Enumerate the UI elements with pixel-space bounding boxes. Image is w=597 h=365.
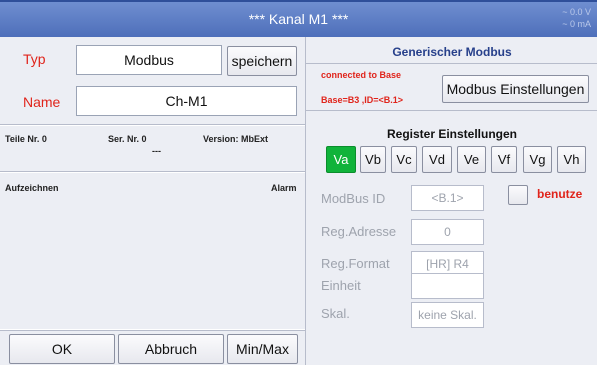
record-label: Aufzeichnen [5,183,59,193]
version-label: Version: MbExt [203,134,269,144]
unit-label: Einheit [321,278,361,293]
use-checkbox[interactable] [508,185,528,205]
scale-field[interactable]: keine Skal. [411,302,484,328]
tab-vf[interactable]: Vf [491,146,517,173]
type-name-panel: Typ Modbus speichern Name Ch-M1 [0,37,305,125]
modbus-id-label: ModBus ID [321,191,386,206]
generic-modbus-header: Generischer Modbus [392,45,512,59]
current-readout: ~ 0 mA [562,19,591,29]
alarm-label: Alarm [271,183,297,193]
tab-vh[interactable]: Vh [557,146,586,173]
use-label: benutze [537,187,583,201]
reg-address-field[interactable]: 0 [411,219,484,245]
signal-readout: ~ 0.0 V ~ 0 mA [562,6,591,30]
tab-va[interactable]: Va [326,146,356,173]
base-info: Base=B3 ,ID=<B.1> [321,95,404,105]
header-divider [306,63,597,64]
tab-vb[interactable]: Vb [360,146,386,173]
right-column: Generischer Modbus connected to Base Bas… [305,37,597,365]
tab-vd[interactable]: Vd [422,146,452,173]
modbus-id-field[interactable]: <B.1> [411,185,484,211]
bottom-button-bar: OK Abbruch Min/Max [0,330,305,365]
title-bar: *** Kanal M1 *** ~ 0.0 V ~ 0 mA [0,0,597,37]
reg-format-label: Reg.Format [321,256,390,271]
tab-ve[interactable]: Ve [457,146,486,173]
modbus-settings-button[interactable]: Modbus Einstellungen [442,75,589,103]
save-button[interactable]: speichern [227,46,297,76]
logging-panel: Aufzeichnen Alarm [0,173,305,329]
serial-number: Ser. Nr. 0 [108,134,147,144]
window-title: *** Kanal M1 *** [248,11,349,27]
connection-status: connected to Base [321,70,402,80]
left-column: Typ Modbus speichern Name Ch-M1 Teile Nr… [0,37,305,365]
unit-field[interactable] [411,273,484,299]
tab-vg[interactable]: Vg [523,146,552,173]
voltage-readout: ~ 0.0 V [562,7,591,17]
part-number: Teile Nr. 0 [5,134,47,144]
ok-button[interactable]: OK [9,334,115,364]
name-field[interactable]: Ch-M1 [76,86,297,116]
cancel-button[interactable]: Abbruch [118,334,224,364]
name-label: Name [23,94,61,110]
type-field[interactable]: Modbus [76,45,222,75]
scale-label: Skal. [321,306,350,321]
reg-address-label: Reg.Adresse [321,224,397,239]
tab-vc[interactable]: Vc [391,146,417,173]
section-divider [306,110,597,111]
type-label: Typ [23,51,46,67]
serial-number-sub: --- [152,146,161,156]
minmax-button[interactable]: Min/Max [227,334,298,364]
register-settings-header: Register Einstellungen [386,127,518,141]
device-info-panel: Teile Nr. 0 Ser. Nr. 0 --- Version: MbEx… [0,126,305,172]
